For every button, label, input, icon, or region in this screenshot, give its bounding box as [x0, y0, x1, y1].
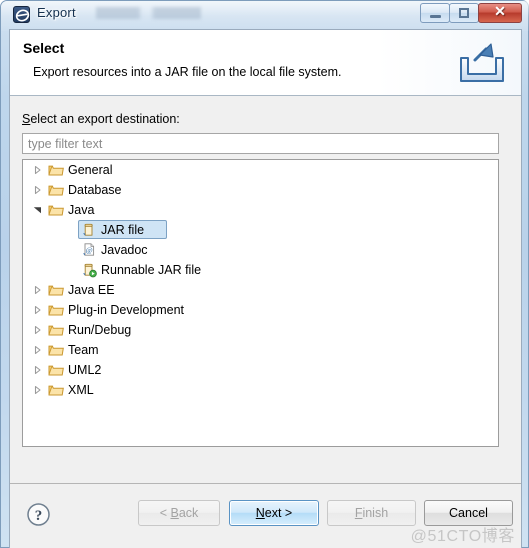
finish-button[interactable]: Finish [327, 500, 416, 526]
folder-icon [48, 182, 64, 198]
folder-icon [48, 282, 64, 298]
finish-button-label: inish [362, 506, 389, 520]
javadoc-icon: @ [81, 242, 97, 258]
tree-item[interactable]: Team [23, 340, 498, 360]
export-destination-tree[interactable]: General Database Java JAR file @ Javadoc Runna… [22, 159, 499, 447]
tree-item[interactable]: @ Javadoc [23, 240, 498, 260]
page-title: Select [23, 40, 65, 56]
next-button[interactable]: Next > [229, 500, 319, 526]
jar-file-icon [81, 222, 97, 238]
dialog-content: Select an export destination: General Dat… [10, 97, 521, 482]
tree-item-label: Database [68, 183, 122, 197]
chevron-right-icon[interactable] [31, 300, 44, 320]
folder-icon [48, 362, 64, 378]
next-button-mnemonic: N [255, 506, 265, 520]
cancel-button-label: Cancel [449, 506, 488, 520]
svg-text:@: @ [86, 245, 93, 254]
chevron-right-icon[interactable] [31, 160, 44, 180]
tree-item-label: Plug-in Development [68, 303, 185, 317]
minimize-button[interactable] [420, 3, 450, 23]
minimize-icon [430, 15, 441, 18]
chevron-right-icon[interactable] [31, 280, 44, 300]
cancel-button[interactable]: Cancel [424, 500, 513, 526]
tree-item-label: Runnable JAR file [101, 263, 202, 277]
close-button[interactable]: ✕ [478, 3, 522, 23]
tree-item-label: Run/Debug [68, 323, 132, 337]
eclipse-icon [13, 6, 30, 23]
export-wizard-icon [455, 36, 509, 90]
destination-label: Select an export destination: [22, 112, 180, 126]
folder-icon [48, 302, 64, 318]
chevron-right-icon[interactable] [31, 360, 44, 380]
dialog-body: Select Export resources into a JAR file … [9, 29, 522, 548]
folder-icon [48, 162, 64, 178]
title-bar[interactable]: Export ✕ [1, 1, 529, 29]
tree-item[interactable]: JAR file [23, 220, 498, 240]
back-button-prefix: < [159, 506, 171, 520]
folder-icon [48, 202, 64, 218]
tree-item[interactable]: Database [23, 180, 498, 200]
help-icon[interactable]: ? [26, 502, 51, 527]
next-button-label: ext > [264, 506, 293, 520]
tree-item-label: General [68, 163, 113, 177]
maximize-icon [459, 8, 469, 18]
tree-item-label: Team [68, 343, 99, 357]
tree-item[interactable]: Java [23, 200, 498, 220]
runnable-jar-icon [81, 262, 97, 278]
title-blurred-text [96, 7, 201, 19]
chevron-right-icon[interactable] [31, 180, 44, 200]
back-button-label: ack [178, 506, 199, 520]
folder-icon [48, 322, 64, 338]
chevron-right-icon[interactable] [31, 380, 44, 400]
window-title: Export [37, 5, 76, 20]
tree-item-label: Java [68, 203, 95, 217]
tree-item-label: UML2 [68, 363, 102, 377]
tree-item[interactable]: Run/Debug [23, 320, 498, 340]
maximize-button[interactable] [449, 3, 479, 23]
tree-item[interactable]: Plug-in Development [23, 300, 498, 320]
chevron-down-icon[interactable] [31, 200, 44, 220]
tree-item[interactable]: General [23, 160, 498, 180]
search-input[interactable] [22, 133, 499, 154]
wizard-header: Select Export resources into a JAR file … [10, 30, 521, 96]
svg-text:?: ? [35, 508, 43, 524]
tree-item-label: XML [68, 383, 94, 397]
folder-icon [48, 382, 64, 398]
tree-item[interactable]: XML [23, 380, 498, 400]
tree-item[interactable]: Runnable JAR file [23, 260, 498, 280]
destination-label-text: elect an export destination: [30, 112, 180, 126]
back-button-mnemonic: B [170, 506, 179, 520]
tree-item-label: JAR file [101, 223, 145, 237]
back-button[interactable]: < Back [138, 500, 220, 526]
tree-item[interactable]: Java EE [23, 280, 498, 300]
chevron-right-icon[interactable] [31, 320, 44, 340]
tree-item-label: Javadoc [101, 243, 148, 257]
folder-icon [48, 342, 64, 358]
chevron-right-icon[interactable] [31, 340, 44, 360]
close-icon: ✕ [494, 5, 506, 20]
export-dialog-window: Export ✕ Select Export resources into a … [0, 0, 529, 548]
dialog-button-bar: ? < Back Next > Finish Cancel @51CTO博客 [10, 483, 521, 548]
tree-item-label: Java EE [68, 283, 115, 297]
tree-item[interactable]: UML2 [23, 360, 498, 380]
page-description: Export resources into a JAR file on the … [33, 65, 342, 79]
